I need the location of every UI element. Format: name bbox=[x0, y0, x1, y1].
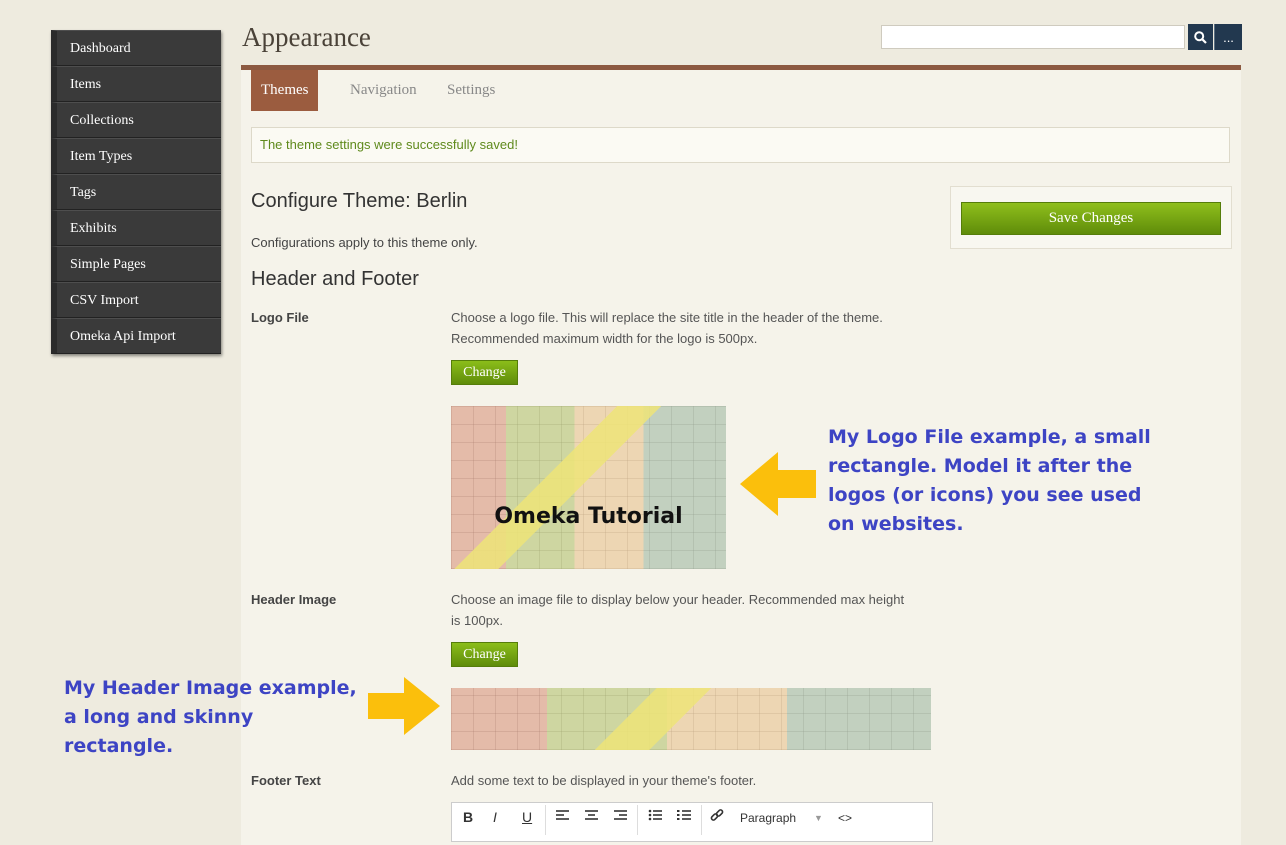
arrow-left-icon bbox=[740, 452, 816, 516]
admin-sidebar: Dashboard Items Collections Item Types T… bbox=[51, 30, 221, 354]
success-message: The theme settings were successfully sav… bbox=[251, 127, 1230, 163]
search-input[interactable] bbox=[881, 25, 1185, 49]
toolbar-divider bbox=[637, 805, 638, 835]
toolbar-divider bbox=[545, 805, 546, 835]
tab-themes[interactable]: Themes bbox=[251, 70, 319, 111]
sidebar-item-tags[interactable]: Tags bbox=[51, 174, 221, 210]
logo-image-preview: Omeka Tutorial bbox=[451, 406, 726, 569]
numbered-list-icon[interactable] bbox=[677, 809, 692, 825]
bullet-list-icon[interactable] bbox=[648, 809, 663, 825]
align-left-icon[interactable] bbox=[555, 809, 570, 825]
footer-text-label: Footer Text bbox=[251, 773, 321, 788]
sidebar-item-item-types[interactable]: Item Types bbox=[51, 138, 221, 174]
tab-settings[interactable]: Settings bbox=[447, 70, 495, 111]
configure-theme-title: Configure Theme: Berlin bbox=[251, 190, 468, 212]
save-panel: Save Changes bbox=[950, 186, 1232, 249]
underline-button[interactable]: U bbox=[522, 809, 532, 825]
footer-text-editor[interactable]: B I U Paragraph ▼ <> bbox=[451, 802, 933, 842]
sidebar-item-items[interactable]: Items bbox=[51, 66, 221, 102]
italic-button[interactable]: I bbox=[493, 809, 497, 825]
sidebar-item-omeka-api-import[interactable]: Omeka Api Import bbox=[51, 318, 221, 354]
footer-text-help: Add some text to be displayed in your th… bbox=[451, 773, 757, 788]
configure-description: Configurations apply to this theme only. bbox=[251, 235, 478, 250]
bold-button[interactable]: B bbox=[463, 809, 473, 825]
header-image-help: Choose an image file to display below yo… bbox=[451, 592, 905, 628]
header-image-label: Header Image bbox=[251, 592, 337, 607]
source-code-button[interactable]: <> bbox=[838, 811, 852, 825]
format-select[interactable]: Paragraph bbox=[740, 811, 796, 825]
toolbar-divider bbox=[701, 805, 702, 835]
align-center-icon[interactable] bbox=[584, 809, 599, 825]
header-image-preview bbox=[451, 688, 931, 750]
sidebar-item-exhibits[interactable]: Exhibits bbox=[51, 210, 221, 246]
align-right-icon[interactable] bbox=[613, 809, 628, 825]
header-annotation: My Header Image example, a long and skin… bbox=[64, 677, 357, 757]
link-icon[interactable] bbox=[710, 809, 725, 826]
logo-change-button[interactable]: Change bbox=[451, 360, 518, 385]
sidebar-item-collections[interactable]: Collections bbox=[51, 102, 221, 138]
save-changes-button[interactable]: Save Changes bbox=[961, 202, 1221, 235]
search-button[interactable] bbox=[1188, 24, 1213, 50]
page-title: Appearance bbox=[242, 22, 371, 52]
chevron-down-icon[interactable]: ▼ bbox=[814, 813, 823, 823]
sidebar-item-csv-import[interactable]: CSV Import bbox=[51, 282, 221, 318]
header-image-change-button[interactable]: Change bbox=[451, 642, 518, 667]
sidebar-item-dashboard[interactable]: Dashboard bbox=[51, 30, 221, 66]
header-footer-heading: Header and Footer bbox=[251, 268, 419, 290]
arrow-right-icon bbox=[368, 677, 440, 735]
logo-annotation: My Logo File example, a small rectangle.… bbox=[828, 426, 1151, 535]
advanced-search-button[interactable]: ... bbox=[1214, 24, 1242, 50]
sidebar-item-simple-pages[interactable]: Simple Pages bbox=[51, 246, 221, 282]
logo-file-help: Choose a logo file. This will replace th… bbox=[451, 310, 883, 346]
logo-file-label: Logo File bbox=[251, 310, 309, 325]
search-icon bbox=[1194, 30, 1207, 44]
logo-image-caption: Omeka Tutorial bbox=[494, 504, 683, 529]
tab-navigation[interactable]: Navigation bbox=[350, 70, 417, 111]
